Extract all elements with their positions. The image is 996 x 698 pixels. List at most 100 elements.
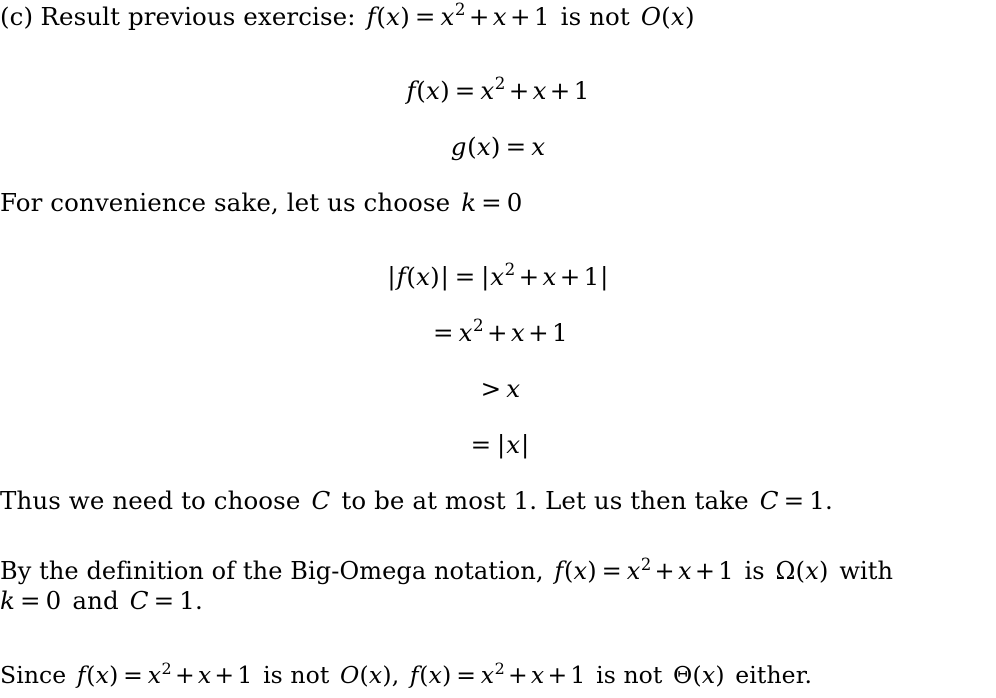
plus-sign: + — [509, 2, 531, 31]
conjunction-and: and — [72, 586, 119, 615]
rparen: ) — [587, 557, 597, 585]
plus-sign: + — [528, 318, 549, 347]
theta-symbol: Θ — [673, 661, 693, 689]
heading-equation: f(x) = x2 + x +1 — [367, 2, 550, 31]
rparen: ) — [490, 132, 501, 161]
heading-tail: is not — [560, 2, 630, 31]
constant-C: C — [759, 486, 779, 515]
equation-fx-expanded: f(x) = x2 + x +1 — [409, 658, 586, 689]
heading-label: (c) — [0, 2, 34, 31]
plus-sign: + — [468, 2, 490, 31]
function-f: f — [396, 262, 406, 291]
variable-x: x — [670, 2, 685, 31]
derivation-line-3: > x — [0, 374, 996, 404]
bigomega-part-2: is — [744, 557, 765, 585]
variable-x: x — [480, 661, 495, 689]
lparen: ( — [416, 76, 427, 105]
lparen: ( — [795, 557, 806, 585]
since-part-2: is not — [263, 661, 330, 689]
constant-zero: 0 — [45, 586, 62, 615]
equals-sign: = — [414, 2, 436, 31]
abs-bar: | — [497, 430, 506, 459]
exponent-two: 2 — [494, 74, 506, 94]
equals-sign: = — [481, 188, 502, 217]
exponent-two: 2 — [640, 554, 652, 574]
function-g: g — [450, 132, 467, 161]
convenience-text: For convenience sake, let us choose — [0, 188, 451, 217]
equals-sign: = — [454, 262, 476, 291]
omega-symbol: Ω — [775, 557, 796, 585]
equation-C-one: C = 1. — [760, 486, 833, 515]
bigomega-line-1: By the definition of the Big-Omega notat… — [0, 556, 996, 586]
constant-one: 1 — [179, 586, 196, 615]
variable-k: k — [461, 188, 477, 217]
rparen: ) — [400, 2, 410, 31]
function-f: f — [366, 2, 376, 31]
lparen: ( — [86, 661, 96, 689]
equation-fx-expanded: f(x) = x2 + x +1 — [554, 554, 734, 585]
since-part-1: Since — [0, 661, 67, 689]
plus-sign: + — [654, 557, 675, 585]
equals-sign: = — [454, 76, 476, 105]
exponent-two: 2 — [454, 0, 466, 20]
comma: , — [391, 661, 400, 689]
function-f: f — [409, 661, 419, 689]
thus-line: Thus we need to choose Cto be at most 1. … — [0, 486, 996, 516]
variable-x: x — [95, 661, 110, 689]
function-f: f — [76, 661, 86, 689]
variable-x: x — [476, 132, 491, 161]
equation-k-zero: k = 0 — [461, 188, 522, 217]
equals-sign: = — [601, 557, 622, 585]
variable-k: k — [0, 586, 16, 615]
equation-fx-expanded: f(x) = x2 + x +1 — [76, 660, 253, 689]
constant-one: 1 — [552, 318, 568, 347]
plus-sign: + — [487, 318, 508, 347]
lparen: ( — [692, 661, 702, 689]
constant-one: 1 — [718, 557, 734, 585]
rparen: ) — [442, 661, 452, 689]
variable-x: x — [506, 374, 521, 403]
abs-bar: | — [481, 262, 490, 291]
equals-sign: = — [456, 661, 477, 689]
variable-x: x — [426, 76, 441, 105]
display-equation-gx: g(x) = x — [0, 132, 996, 162]
document-page: (c) Result previous exercise: f(x) = x2 + x +1 i… — [0, 0, 996, 698]
rparen: ) — [818, 557, 829, 585]
lparen: ( — [359, 661, 369, 689]
theta-notation: Θ(x) — [673, 661, 725, 689]
exponent-two: 2 — [494, 658, 505, 678]
equation-abs-fx: |f(x)| = |x2 + x +1| — [387, 262, 610, 291]
display-equation-fx: f(x) = x2 + x +1 — [0, 76, 996, 106]
rparen: ) — [715, 661, 725, 689]
variable-x: x — [440, 2, 455, 31]
rparen: ) — [382, 661, 392, 689]
variable-x: x — [573, 557, 588, 585]
greater-than-sign: > — [480, 374, 502, 403]
bigo-notation: O(x), — [340, 661, 399, 689]
variable-x: x — [458, 318, 473, 347]
abs-bar: | — [521, 430, 530, 459]
constant-one: 1 — [583, 262, 600, 291]
constant-one: 1 — [570, 661, 586, 689]
variable-x: x — [677, 557, 692, 585]
equals-sign: = — [505, 132, 527, 161]
variable-x: x — [490, 262, 505, 291]
variable-x: x — [368, 661, 383, 689]
period: . — [824, 486, 833, 515]
plus-sign: + — [549, 76, 571, 105]
derivation-line-4: = |x| — [0, 430, 996, 460]
plus-sign: + — [547, 661, 568, 689]
plus-sign: + — [518, 262, 540, 291]
variable-x: x — [530, 661, 545, 689]
equation-fx: f(x) = x2 + x +1 — [407, 76, 590, 105]
since-part-4: either. — [735, 661, 813, 689]
rparen: ) — [430, 262, 440, 291]
inequality-greater-x: > x — [476, 374, 521, 403]
lparen: ( — [563, 557, 574, 585]
equation-C-one: C = 1. — [130, 586, 203, 615]
variable-x: x — [510, 318, 525, 347]
lparen: ( — [406, 262, 417, 291]
constant-one: 1 — [533, 2, 550, 31]
variable-x: x — [531, 132, 546, 161]
function-f: f — [554, 557, 564, 585]
